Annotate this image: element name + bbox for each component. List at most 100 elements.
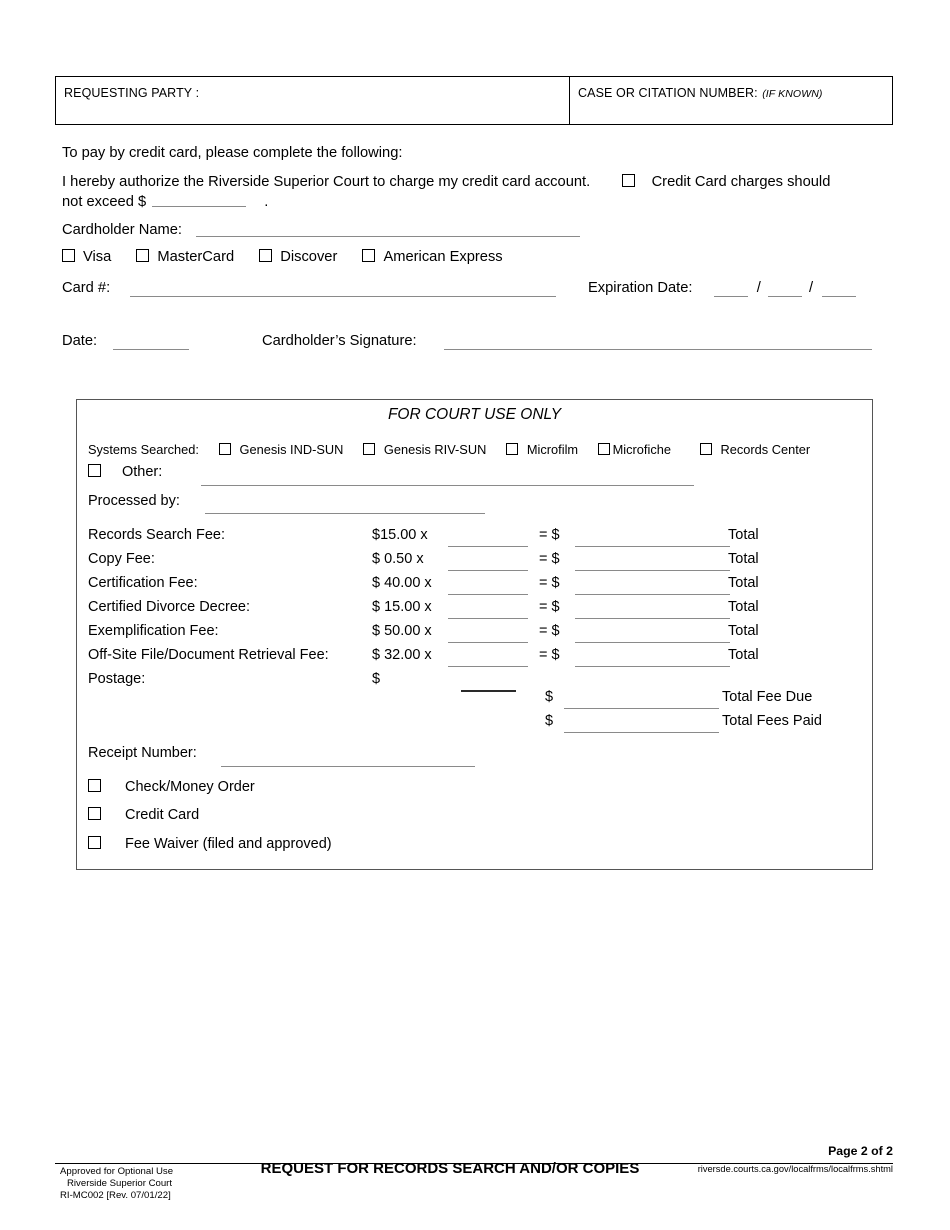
total-fees-paid-label: Total Fees Paid (722, 713, 822, 729)
postage-dollar: $ (372, 671, 381, 687)
postage-input[interactable] (461, 690, 516, 692)
system-records-center[interactable]: Records Center (699, 442, 810, 457)
system-microfilm[interactable]: Microfilm (505, 442, 582, 457)
footer-form-code-line: RI-MC002 [Rev. 07/01/22] (60, 1189, 171, 1201)
header-box: REQUESTING PARTY : CASE OR CITATION NUMB… (55, 76, 893, 125)
system-label: Microfiche (612, 442, 671, 457)
fee-total-label: Total (728, 527, 759, 543)
not-exceed-line: not exceed $ . (62, 192, 268, 213)
total-fees-paid-input[interactable] (564, 732, 719, 733)
system-genesis-riv-sun[interactable]: Genesis RIV-SUN (362, 442, 490, 457)
charge-limit-label: Credit Card charges should (651, 174, 831, 190)
card-number-input[interactable] (130, 296, 556, 297)
fee-total-label: Total (728, 623, 759, 639)
court-use-title: FOR COURT USE ONLY (387, 406, 562, 423)
checkbox-records-center[interactable] (699, 443, 712, 455)
expiration-year-input[interactable] (822, 296, 856, 297)
requesting-party-label: REQUESTING PARTY : (64, 86, 200, 100)
checkbox-mastercard[interactable] (136, 249, 150, 262)
card-type-discover[interactable]: Discover (259, 249, 341, 265)
fee-total-input[interactable] (575, 618, 730, 619)
payment-option-credit-card[interactable]: Credit Card (88, 807, 199, 823)
total-fee-due-input[interactable] (564, 708, 719, 709)
fee-amount: $ 15.00 x (372, 599, 432, 615)
not-exceed-label: not exceed $ (62, 194, 147, 210)
checkbox-discover[interactable] (259, 249, 273, 262)
fee-equals: = $ (539, 623, 560, 639)
checkbox-other[interactable] (88, 464, 101, 477)
pay-instruction: To pay by credit card, please complete t… (62, 145, 403, 161)
receipt-number-input[interactable] (221, 766, 475, 767)
total-fee-due-label: Total Fee Due (722, 689, 813, 705)
checkbox-fee-waiver[interactable] (88, 836, 101, 849)
payment-option-label: Credit Card (125, 807, 200, 823)
footer-approval-block: Approved for Optional Use Riverside Supe… (60, 1166, 173, 1201)
card-type-mastercard[interactable]: MasterCard (136, 249, 238, 265)
not-exceed-period: . (264, 194, 269, 210)
fee-quantity-input[interactable] (448, 642, 528, 643)
other-row: Other: (88, 464, 162, 480)
checkbox-microfiche[interactable] (597, 443, 610, 455)
fee-total-label: Total (728, 575, 759, 591)
footer-court-line: Riverside Superior Court (67, 1177, 173, 1189)
checkbox-american-express[interactable] (362, 249, 376, 262)
fee-equals: = $ (539, 575, 560, 591)
case-number-label: CASE OR CITATION NUMBER: (578, 86, 758, 100)
date-input[interactable] (113, 349, 189, 350)
fee-total-input[interactable] (575, 666, 730, 667)
fee-label: Records Search Fee: (88, 527, 226, 543)
fee-equals: = $ (539, 599, 560, 615)
case-number-cell[interactable]: CASE OR CITATION NUMBER: (IF KNOWN) (570, 77, 892, 124)
fee-total-input[interactable] (575, 594, 730, 595)
cardholder-name-input[interactable] (196, 236, 580, 237)
fee-quantity-input[interactable] (448, 594, 528, 595)
fee-quantity-input[interactable] (448, 570, 528, 571)
checkbox-genesis-ind-sun[interactable] (218, 443, 231, 455)
fee-total-input[interactable] (575, 546, 730, 547)
fee-quantity-input[interactable] (448, 546, 528, 547)
fee-equals: = $ (539, 527, 560, 543)
checkbox-check-money-order[interactable] (88, 779, 101, 792)
card-type-amex[interactable]: American Express (362, 249, 503, 265)
fee-label: Certification Fee: (88, 575, 198, 591)
cardholder-name-label: Cardholder Name: (62, 222, 183, 238)
expiration-separator-1: / (756, 280, 761, 296)
page-number: Page 2 of 2 (828, 1144, 893, 1158)
expiration-month-input[interactable] (714, 296, 748, 297)
fee-equals: = $ (539, 647, 560, 663)
systems-searched-label: Systems Searched: (88, 442, 199, 457)
checkbox-credit-card[interactable] (88, 807, 101, 820)
payment-option-label: Check/Money Order (125, 779, 255, 795)
other-input[interactable] (201, 485, 694, 486)
fee-total-input[interactable] (575, 570, 730, 571)
fee-total-input[interactable] (575, 642, 730, 643)
payment-option-fee-waiver[interactable]: Fee Waiver (filed and approved) (88, 836, 332, 852)
checkbox-visa[interactable] (62, 249, 75, 262)
checkbox-microfilm[interactable] (505, 443, 518, 455)
payment-option-check-money-order[interactable]: Check/Money Order (88, 779, 255, 795)
footer-url: riversde.courts.ca.gov/localfrms/localfr… (697, 1164, 893, 1174)
fee-amount: $ 0.50 x (372, 551, 424, 567)
expiration-label: Expiration Date: (588, 280, 693, 296)
expiration-day-input[interactable] (768, 296, 802, 297)
checkbox-charge-limit[interactable] (622, 174, 636, 187)
system-microfiche[interactable]: Microfiche (597, 442, 675, 457)
not-exceed-input[interactable] (152, 206, 246, 207)
checkbox-genesis-riv-sun[interactable] (362, 443, 375, 455)
system-label: Genesis IND-SUN (239, 442, 344, 457)
card-number-label: Card #: (62, 280, 111, 296)
fee-amount: $ 32.00 x (372, 647, 432, 663)
date-label: Date: (62, 333, 98, 349)
system-label: Genesis RIV-SUN (383, 442, 487, 457)
fee-quantity-input[interactable] (448, 618, 528, 619)
requesting-party-cell[interactable]: REQUESTING PARTY : (56, 77, 570, 124)
card-type-visa[interactable]: Visa (62, 249, 115, 265)
signature-input[interactable] (444, 349, 872, 350)
postage-label: Postage: (88, 671, 146, 687)
expiration-separator-2: / (808, 280, 814, 296)
processed-by-input[interactable] (205, 513, 485, 514)
authorize-text: I hereby authorize the Riverside Superio… (62, 174, 591, 190)
card-type-label: Discover (280, 249, 338, 265)
fee-quantity-input[interactable] (448, 666, 528, 667)
system-genesis-ind-sun[interactable]: Genesis IND-SUN (218, 442, 347, 457)
